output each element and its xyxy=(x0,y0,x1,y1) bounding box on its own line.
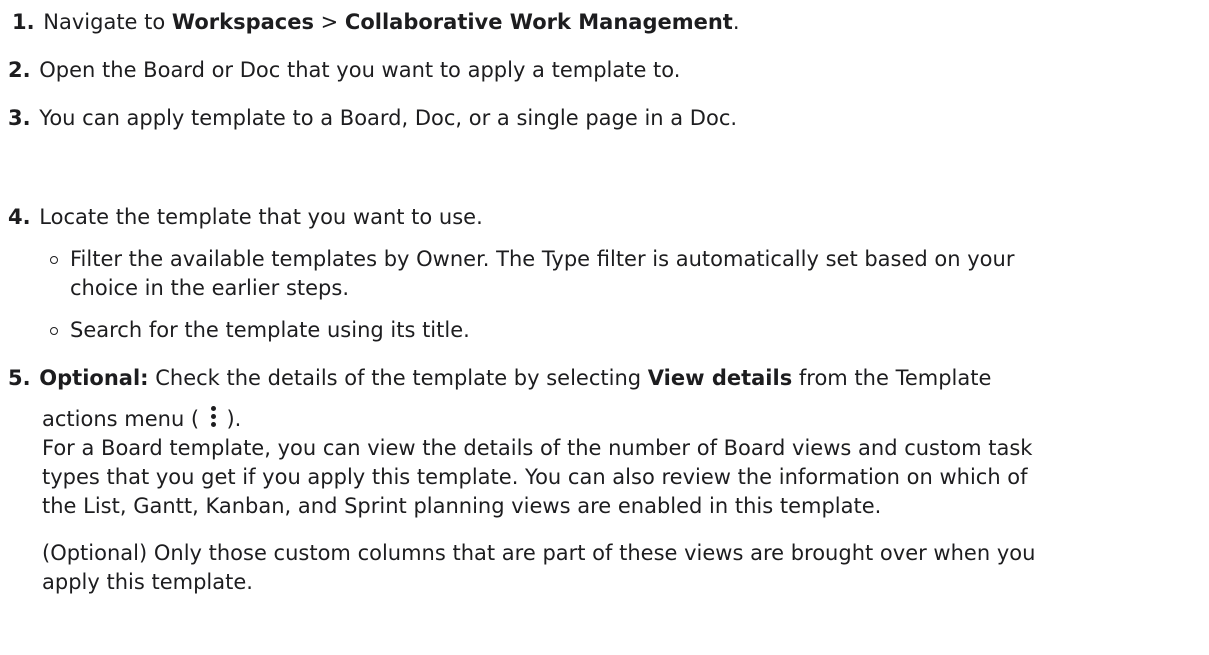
board-template-paragraph: For a Board template, you can view the d… xyxy=(42,434,1192,521)
paragraph-line: (Optional) Only those custom columns tha… xyxy=(42,541,1036,565)
step-number: 5. xyxy=(8,366,31,390)
view-details-label: View details xyxy=(647,366,793,390)
paragraph-line: For a Board template, you can view the d… xyxy=(42,436,1033,460)
step-5-line-2: actions menu ( ). xyxy=(42,405,1192,434)
step-text: You can apply template to a Board, Doc, … xyxy=(39,106,738,130)
step-text: Check the details of the template by sel… xyxy=(148,366,648,390)
step-text: Navigate to xyxy=(43,10,172,34)
bullet-line: Filter the available templates by Owner.… xyxy=(70,247,1015,271)
step-number: 2. xyxy=(8,58,31,82)
step-5: 5. Optional: Check the details of the te… xyxy=(8,364,991,392)
bullet-item-search: Search for the template using its title. xyxy=(70,316,1180,345)
optional-paragraph: (Optional) Only those custom columns tha… xyxy=(42,539,1192,597)
step-number: 3. xyxy=(8,106,31,130)
step-1: 1. Navigate to Workspaces > Collaborativ… xyxy=(12,8,740,36)
step-text: Locate the template that you want to use… xyxy=(39,205,483,229)
step-text: ). xyxy=(219,407,242,431)
bullet-item-filter: Filter the available templates by Owner.… xyxy=(70,245,1180,303)
optional-label: Optional: xyxy=(39,366,149,390)
nav-collaborative-work-management: Collaborative Work Management xyxy=(344,10,733,34)
step-3: 3. You can apply template to a Board, Do… xyxy=(8,104,737,132)
nav-separator: > xyxy=(313,10,345,34)
step-number: 1. xyxy=(12,10,35,34)
bullet-circle-icon xyxy=(50,256,58,264)
period: . xyxy=(732,10,740,34)
paragraph-line: types that you get if you apply this tem… xyxy=(42,465,1028,489)
bullet-circle-icon xyxy=(50,327,58,335)
step-number: 4. xyxy=(8,205,31,229)
step-text: from the Template xyxy=(792,366,992,390)
step-4: 4. Locate the template that you want to … xyxy=(8,203,483,231)
bullet-line: choice in the earlier steps. xyxy=(70,276,349,300)
nav-workspaces: Workspaces xyxy=(171,10,314,34)
paragraph-line: the List, Gantt, Kanban, and Sprint plan… xyxy=(42,494,882,518)
paragraph-line: apply this template. xyxy=(42,570,253,594)
bullet-line: Search for the template using its title. xyxy=(70,318,470,342)
step-text: actions menu ( xyxy=(42,407,206,431)
step-text: Open the Board or Doc that you want to a… xyxy=(39,58,681,82)
step-2: 2. Open the Board or Doc that you want t… xyxy=(8,56,680,84)
kebab-menu-icon xyxy=(206,406,220,430)
